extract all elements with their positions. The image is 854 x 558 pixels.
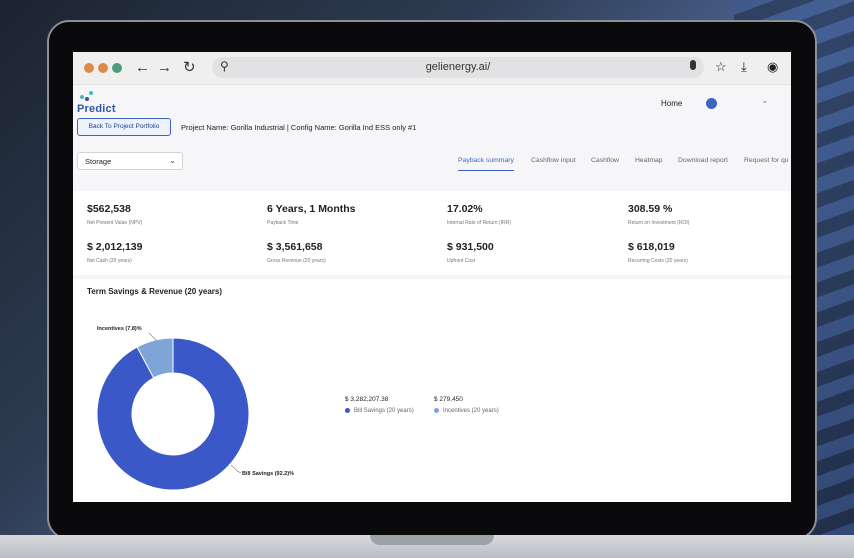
legend-value-bill-savings: $ 3,282,207.38 <box>345 396 389 403</box>
kpi-label: Recurring Costs (20 years) <box>628 258 688 264</box>
kpi-value: $ 931,500 <box>447 241 494 253</box>
kpi-net-cash: $ 2,012,139 Net Cash (20 years) <box>87 241 142 264</box>
address-bar[interactable]: ⚲ gelienergy.ai/ <box>212 57 704 78</box>
user-avatar-icon[interactable] <box>706 98 717 109</box>
url-text: gelienergy.ai/ <box>425 61 491 73</box>
kpi-payback-time: 6 Years, 1 Months Payback Time <box>267 203 356 226</box>
kpi-value: 6 Years, 1 Months <box>267 203 356 215</box>
kpi-recurring-costs: $ 618,019 Recurring Costs (20 years) <box>628 241 688 264</box>
legend-label: Bill Savings (20 years) <box>354 408 414 415</box>
minimize-window-dot[interactable] <box>98 63 108 73</box>
donut-slice-bill-savings[interactable] <box>96 337 250 491</box>
kpi-value: $ 3,561,658 <box>267 241 323 253</box>
kpi-label: Net Present Value (NPV) <box>87 220 143 226</box>
kpi-label: Payback Time <box>267 220 299 226</box>
select-value: Storage <box>85 157 112 166</box>
tab-request-for-quote[interactable]: Request for qu <box>744 154 789 170</box>
back-arrow-icon[interactable]: ← <box>135 58 150 78</box>
laptop-notch <box>370 535 494 545</box>
reload-icon[interactable]: ↻ <box>183 58 196 78</box>
screen: ← → ↻ ⚲ gelienergy.ai/ ☆ ⤓ ◉ Predict Hom… <box>73 52 791 502</box>
donut-chart <box>96 332 250 491</box>
star-icon[interactable]: ☆ <box>715 59 727 75</box>
microphone-icon[interactable] <box>690 60 696 70</box>
nav-home-link[interactable]: Home <box>661 99 682 108</box>
legend-label: Incentives (20 years) <box>443 408 499 415</box>
logo-mark-icon <box>80 91 94 101</box>
chevron-down-icon[interactable]: ⌄ <box>761 95 769 106</box>
kpi-value: $ 2,012,139 <box>87 241 143 253</box>
legend-item-bill-savings[interactable]: Bill Savings (20 years) <box>345 408 414 414</box>
account-icon[interactable]: ◉ <box>767 59 778 75</box>
kpi-label: Internal Rate of Return (IRR) <box>447 220 511 226</box>
kpi-upfront-cost: $ 931,500 Upfront Cost <box>447 241 494 264</box>
kpi-label: Return on Investment (ROI) <box>628 220 690 226</box>
legend-swatch <box>345 408 350 413</box>
tab-cashflow-input[interactable]: Cashflow input <box>531 154 576 170</box>
app: Predict Home ⌄ Back To Project Portfolio… <box>73 85 791 502</box>
tab-download-report[interactable]: Download report <box>678 154 728 170</box>
tab-payback-summary[interactable]: Payback summary <box>458 154 514 171</box>
download-icon[interactable]: ⤓ <box>741 59 747 75</box>
savings-chart-panel: Term Savings & Revenue (20 years) Incent… <box>73 279 791 502</box>
back-to-portfolio-button[interactable]: Back To Project Portfolio <box>77 118 171 136</box>
kpi-label: Gross Revenue (20 years) <box>267 258 326 264</box>
brand-name: Predict <box>77 103 116 115</box>
legend-value-incentives: $ 279,450 <box>434 396 463 403</box>
project-config-name: Project Name: Gorilla Industrial | Confi… <box>181 123 417 132</box>
forward-arrow-icon[interactable]: → <box>157 58 172 78</box>
kpi-label: Net Cash (20 years) <box>87 258 132 264</box>
kpi-roi: 308.59 % Return on Investment (ROI) <box>628 203 689 226</box>
kpi-value: $ 618,019 <box>628 241 675 253</box>
legend-swatch <box>434 408 439 413</box>
kpi-npv: $562,538 Net Present Value (NPV) <box>87 203 142 226</box>
kpi-gross-revenue: $ 3,561,658 Gross Revenue (20 years) <box>267 241 326 264</box>
kpi-value: 308.59 % <box>628 203 673 215</box>
tab-cashflow[interactable]: Cashflow <box>591 154 619 170</box>
kpi-panel: $562,538 Net Present Value (NPV) 6 Years… <box>73 191 791 275</box>
leader-line-bill-savings <box>230 464 242 474</box>
kpi-value: 17.02% <box>447 203 483 215</box>
slice-label-incentives: Incentives (7.8)% <box>97 326 142 332</box>
chevron-down-icon: ⌄ <box>169 156 176 165</box>
close-window-dot[interactable] <box>84 63 94 73</box>
system-type-select[interactable]: Storage ⌄ <box>77 152 183 170</box>
kpi-value: $562,538 <box>87 203 131 215</box>
legend-item-incentives[interactable]: Incentives (20 years) <box>434 408 499 414</box>
tab-heatmap[interactable]: Heatmap <box>635 154 663 170</box>
leader-line-incentives <box>148 332 158 342</box>
kpi-label: Upfront Cost <box>447 258 476 264</box>
slice-label-bill-savings: Bill Savings (92.2)% <box>242 471 294 477</box>
browser-toolbar: ← → ↻ ⚲ gelienergy.ai/ ☆ ⤓ ◉ <box>73 52 791 85</box>
maximize-window-dot[interactable] <box>112 63 122 73</box>
kpi-irr: 17.02% Internal Rate of Return (IRR) <box>447 203 511 226</box>
